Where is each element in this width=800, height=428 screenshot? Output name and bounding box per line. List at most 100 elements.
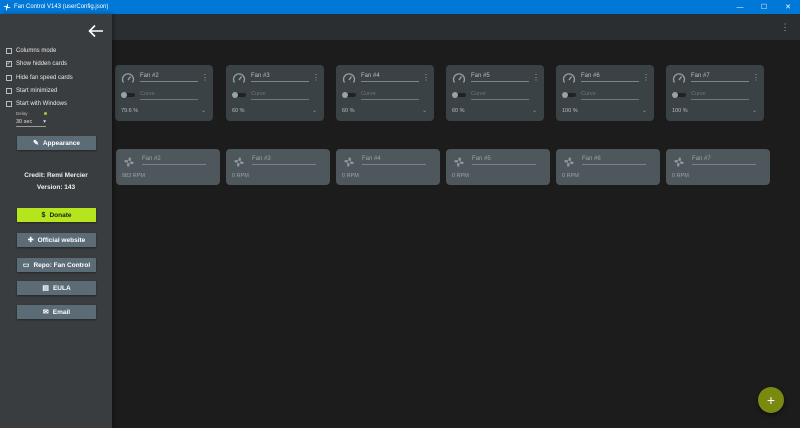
delay-select[interactable]: 30 sec ▾ xyxy=(16,117,46,127)
more-vert-icon[interactable]: ⋮ xyxy=(752,73,760,82)
fan-icon xyxy=(674,157,684,167)
speedometer-icon xyxy=(562,73,576,83)
card-name[interactable]: Fan #6 xyxy=(582,156,646,165)
speed-card: Fan #7 0 RPM xyxy=(666,149,770,185)
donate-button[interactable]: $ Donate xyxy=(17,208,96,222)
rpm-value: 0 RPM xyxy=(672,173,689,179)
enable-toggle[interactable] xyxy=(342,92,356,98)
enable-toggle[interactable] xyxy=(232,92,246,98)
title-bar: Fan Control V143 (userConfig.json) — ☐ ✕ xyxy=(0,0,800,14)
checkbox-checked[interactable]: ✓ xyxy=(6,61,12,67)
enable-toggle[interactable] xyxy=(121,92,135,98)
curve-select[interactable]: Curve xyxy=(251,91,309,100)
enable-toggle[interactable] xyxy=(672,92,686,98)
version-text: Version: 143 xyxy=(36,184,76,191)
card-name[interactable]: Fan #7 xyxy=(692,156,756,165)
rpm-value: 0 RPM xyxy=(232,173,249,179)
speedometer-icon xyxy=(121,73,135,83)
speedometer-icon xyxy=(452,73,466,83)
chevron-down-icon[interactable]: ⌄ xyxy=(201,107,206,114)
more-vert-icon[interactable]: ⋮ xyxy=(422,73,430,82)
status-dot-icon xyxy=(44,112,47,115)
control-card: Fan #6 ⋮ Curve 100 % ⌄ xyxy=(556,65,654,121)
palette-icon: ✎ xyxy=(32,140,39,147)
card-name[interactable]: Fan #2 xyxy=(140,73,198,82)
option-columns-mode[interactable]: Columns mode xyxy=(6,48,56,54)
appearance-button[interactable]: ✎ Appearance xyxy=(17,136,96,150)
chevron-down-icon[interactable]: ⌄ xyxy=(532,107,537,114)
chevron-down-icon[interactable]: ⌄ xyxy=(312,107,317,114)
curve-select[interactable]: Curve xyxy=(140,91,198,100)
enable-toggle[interactable] xyxy=(562,92,576,98)
rpm-value: 0 RPM xyxy=(562,173,579,179)
card-name[interactable]: Fan #5 xyxy=(472,156,536,165)
more-vert-icon[interactable]: ⋮ xyxy=(312,73,320,82)
credit-text: Credit: Remi Mercier xyxy=(24,172,88,179)
plus-icon: + xyxy=(766,392,776,408)
plus-icon: ✚ xyxy=(27,237,34,244)
speed-card: Fan #3 0 RPM xyxy=(226,149,330,185)
chevron-down-icon[interactable]: ⌄ xyxy=(642,107,647,114)
official-website-button[interactable]: ✚ Official website xyxy=(17,233,96,247)
curve-select[interactable]: Curve xyxy=(581,91,639,100)
control-value: 60 % xyxy=(342,108,355,114)
monitor-icon: ▭ xyxy=(22,262,30,269)
control-card: Fan #7 ⋮ Curve 100 % ⌄ xyxy=(666,65,764,121)
speed-card: Fan #4 0 RPM xyxy=(336,149,440,185)
close-button[interactable]: ✕ xyxy=(776,0,800,14)
curve-select[interactable]: Curve xyxy=(691,91,749,100)
chevron-down-icon[interactable]: ⌄ xyxy=(752,107,757,114)
app-bar: ⋮ xyxy=(0,14,800,40)
chevron-down-icon[interactable]: ⌄ xyxy=(422,107,427,114)
dollar-icon: $ xyxy=(41,211,46,219)
more-vert-icon[interactable]: ⋮ xyxy=(532,73,540,82)
email-icon: ✉ xyxy=(42,309,49,316)
checkbox[interactable] xyxy=(6,101,12,107)
control-value: 60 % xyxy=(232,108,245,114)
repo-button[interactable]: ▭ Repo: Fan Control xyxy=(17,258,96,272)
more-vert-icon[interactable]: ⋮ xyxy=(201,73,209,82)
speed-card: Fan #5 0 RPM xyxy=(446,149,550,185)
checkbox[interactable] xyxy=(6,75,12,81)
card-name[interactable]: Fan #4 xyxy=(361,73,419,82)
maximize-button[interactable]: ☐ xyxy=(752,0,776,14)
card-name[interactable]: Fan #6 xyxy=(581,73,639,82)
email-button[interactable]: ✉ Email xyxy=(17,305,96,319)
speedometer-icon xyxy=(232,73,246,83)
fan-app-icon xyxy=(3,3,11,11)
card-name[interactable]: Fan #7 xyxy=(691,73,749,82)
enable-toggle[interactable] xyxy=(452,92,466,98)
delay-label: Delay xyxy=(16,111,28,116)
card-name[interactable]: Fan #5 xyxy=(471,73,529,82)
fan-icon xyxy=(124,157,134,167)
option-hide-fan-speed-cards[interactable]: Hide fan speed cards xyxy=(6,75,73,81)
rpm-value: 0 RPM xyxy=(452,173,469,179)
settings-drawer: Columns mode ✓ Show hidden cards Hide fa… xyxy=(0,14,112,428)
add-card-button[interactable]: + xyxy=(758,387,784,413)
rpm-value: 983 RPM xyxy=(122,173,145,179)
option-start-minimized[interactable]: Start minimized xyxy=(6,88,57,94)
fan-icon xyxy=(564,157,574,167)
control-card: Fan #4 ⋮ Curve 60 % ⌄ xyxy=(336,65,434,121)
speedometer-icon xyxy=(672,73,686,83)
option-start-with-windows[interactable]: Start with Windows xyxy=(6,101,67,107)
card-name[interactable]: Fan #4 xyxy=(362,156,426,165)
curve-select[interactable]: Curve xyxy=(471,91,529,100)
control-card: Fan #3 ⋮ Curve 60 % ⌄ xyxy=(226,65,324,121)
more-vert-icon[interactable]: ⋮ xyxy=(781,21,790,33)
more-vert-icon[interactable]: ⋮ xyxy=(642,73,650,82)
checkbox[interactable] xyxy=(6,88,12,94)
fan-icon xyxy=(234,157,244,167)
minimize-button[interactable]: — xyxy=(728,0,752,14)
document-icon: ▤ xyxy=(42,285,49,292)
eula-button[interactable]: ▤ EULA xyxy=(17,281,96,295)
card-name[interactable]: Fan #2 xyxy=(142,156,206,165)
back-arrow-icon[interactable] xyxy=(88,24,104,38)
control-value: 60 % xyxy=(452,108,465,114)
card-name[interactable]: Fan #3 xyxy=(252,156,316,165)
curve-select[interactable]: Curve xyxy=(361,91,419,100)
checkbox[interactable] xyxy=(6,48,12,54)
card-name[interactable]: Fan #3 xyxy=(251,73,309,82)
control-card: Fan #2 ⋮ Curve 79.6 % ⌄ xyxy=(115,65,213,121)
option-show-hidden-cards[interactable]: ✓ Show hidden cards xyxy=(6,61,67,67)
